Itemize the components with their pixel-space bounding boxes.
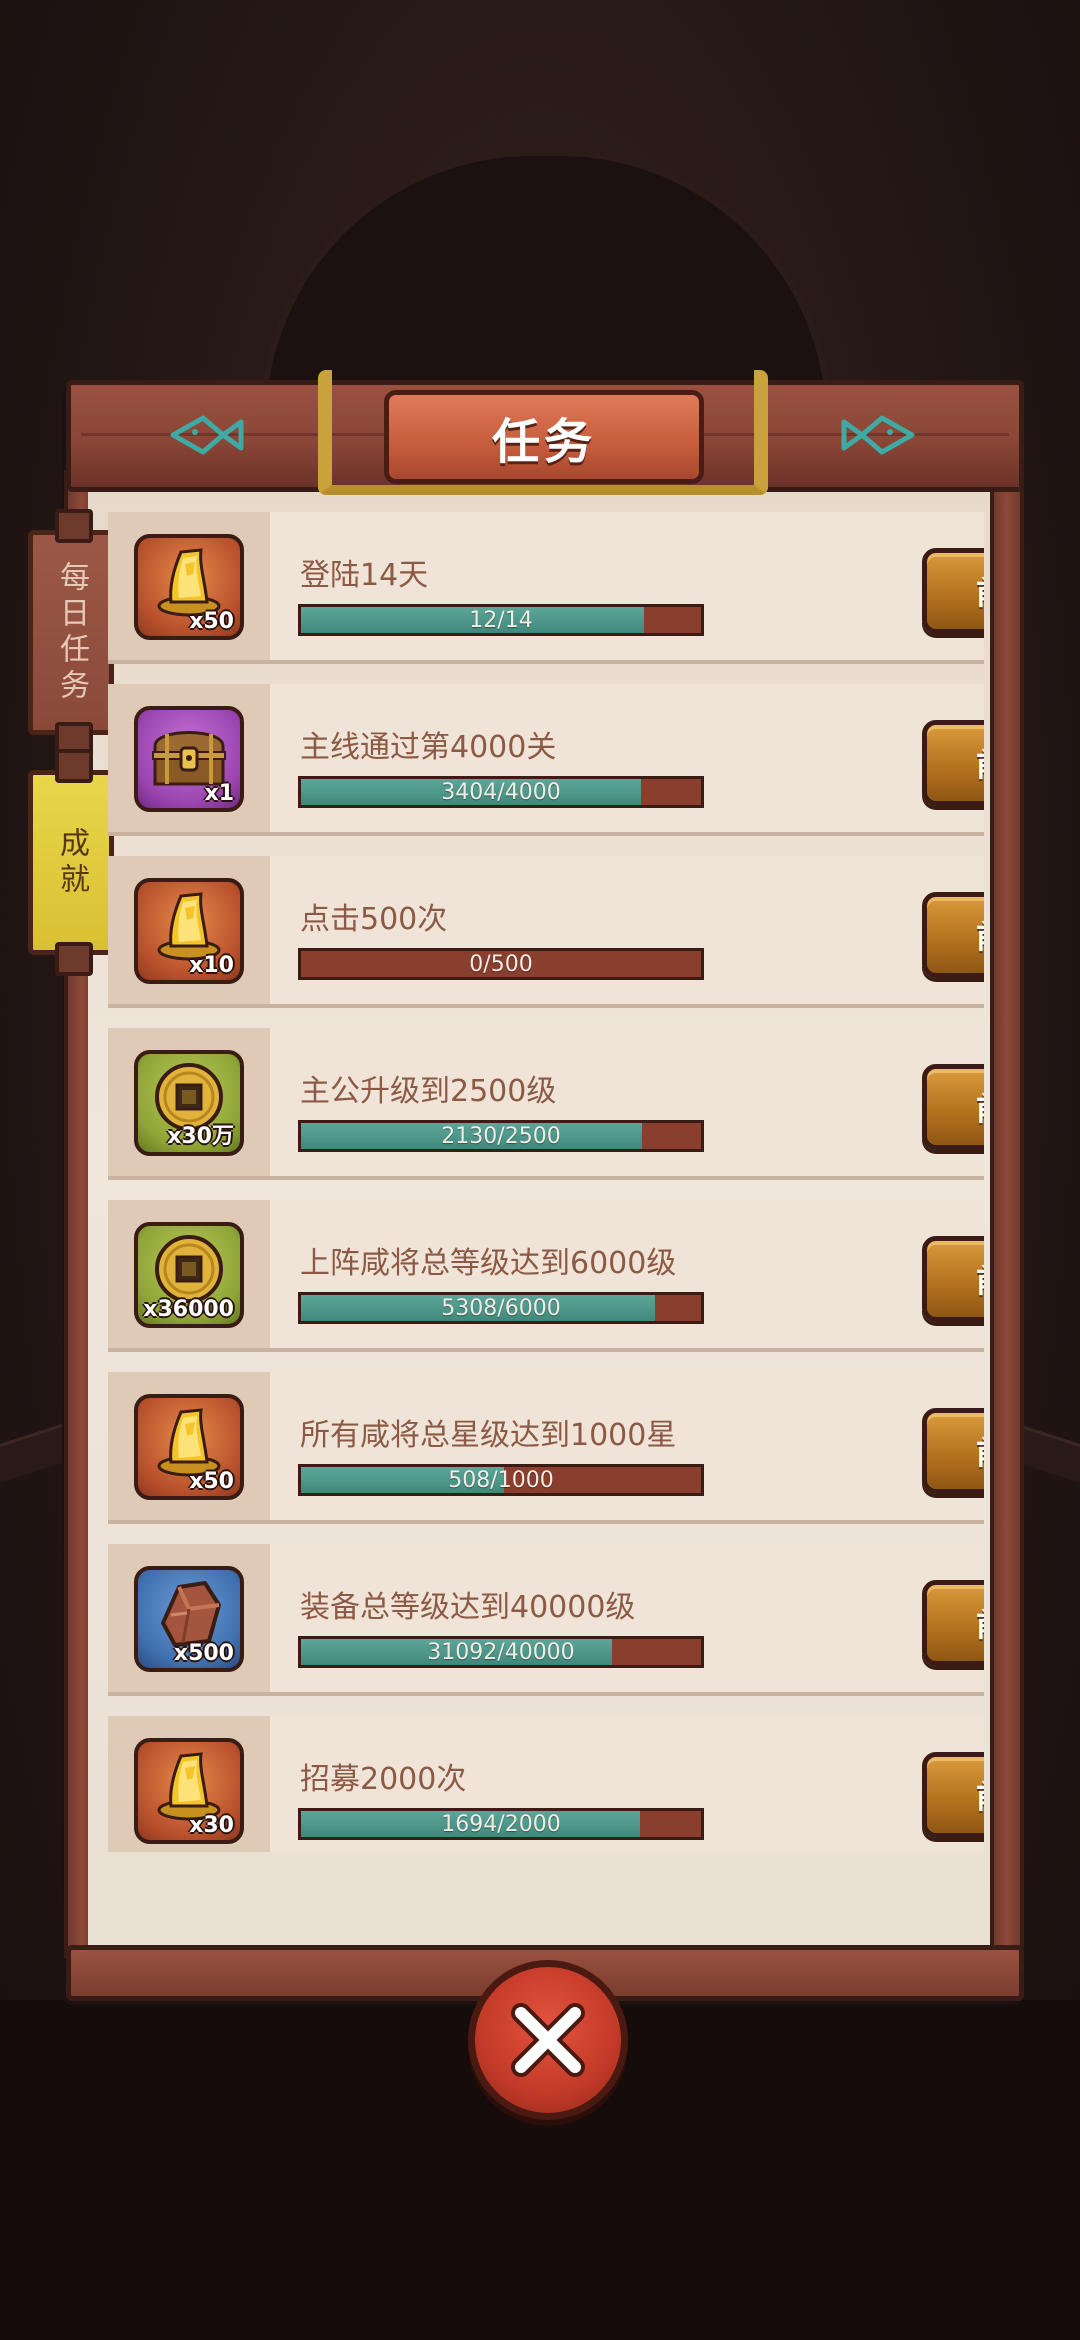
reward-cell: x500 bbox=[108, 1544, 270, 1692]
reward-item[interactable]: x50 bbox=[134, 1394, 244, 1500]
reward-cell: x30万 bbox=[108, 1028, 270, 1176]
reward-item[interactable]: x36000 bbox=[134, 1222, 244, 1328]
fish-emblem-icon bbox=[165, 410, 245, 460]
quest-title: 装备总等级达到40000级 bbox=[300, 1590, 636, 1625]
go-button[interactable]: 前往 bbox=[922, 1064, 984, 1150]
quest-title: 主线通过第4000关 bbox=[300, 730, 557, 765]
reward-item[interactable]: x10 bbox=[134, 878, 244, 984]
progress-text: 2130/2500 bbox=[441, 1123, 561, 1149]
quest-title: 所有咸将总星级达到1000星 bbox=[300, 1418, 677, 1453]
reward-quantity: x500 bbox=[173, 1641, 234, 1666]
quest-row: x500 装备总等级达到40000级 31092/40000 前往 bbox=[108, 1544, 984, 1696]
quest-row: x50 登陆14天 12/14 前往 bbox=[108, 512, 984, 664]
reward-item[interactable]: x1 bbox=[134, 706, 244, 812]
quest-info: 装备总等级达到40000级 31092/40000 前往 bbox=[270, 1544, 984, 1692]
quest-info: 上阵咸将总等级达到6000级 5308/6000 前往 bbox=[270, 1200, 984, 1348]
quest-row: x1 主线通过第4000关 3404/4000 前往 bbox=[108, 684, 984, 836]
quest-info: 招募2000次 1694/2000 前往 bbox=[270, 1716, 984, 1852]
close-button[interactable] bbox=[468, 1960, 628, 2120]
progress-text: 12/14 bbox=[469, 607, 533, 633]
reward-cell: x1 bbox=[108, 684, 270, 832]
reward-cell: x36000 bbox=[108, 1200, 270, 1348]
reward-cell: x30 bbox=[108, 1716, 270, 1852]
go-button[interactable]: 前往 bbox=[922, 1408, 984, 1494]
progress-bar: 0/500 bbox=[298, 948, 704, 980]
progress-text: 31092/40000 bbox=[427, 1639, 575, 1665]
progress-text: 1694/2000 bbox=[441, 1811, 561, 1837]
quest-list[interactable]: x50登陆14天12/14前往x1主线通过第4000关3404/4000前往x1… bbox=[108, 512, 984, 1852]
go-button[interactable]: 前往 bbox=[922, 548, 984, 634]
go-button[interactable]: 前往 bbox=[922, 720, 984, 806]
quest-info: 点击500次 0/500 前往 bbox=[270, 856, 984, 1004]
quest-info: 主线通过第4000关 3404/4000 前往 bbox=[270, 684, 984, 832]
tab-daily-tasks[interactable]: 每日任务 bbox=[28, 509, 114, 756]
reward-item[interactable]: x50 bbox=[134, 534, 244, 640]
reward-quantity: x50 bbox=[189, 609, 234, 634]
fish-emblem-icon bbox=[840, 410, 920, 460]
quest-title: 主公升级到2500级 bbox=[300, 1074, 557, 1109]
quest-row: x36000 上阵咸将总等级达到6000级 5308/6000 前往 bbox=[108, 1200, 984, 1352]
progress-bar: 12/14 bbox=[298, 604, 704, 636]
quest-row: x10 点击500次 0/500 前往 bbox=[108, 856, 984, 1008]
reward-cell: x10 bbox=[108, 856, 270, 1004]
progress-text: 0/500 bbox=[469, 951, 533, 977]
progress-text: 5308/6000 bbox=[441, 1295, 561, 1321]
reward-quantity: x30万 bbox=[167, 1124, 234, 1149]
tab-achievements[interactable]: 成就 bbox=[28, 749, 114, 976]
quest-info: 主公升级到2500级 2130/2500 前往 bbox=[270, 1028, 984, 1176]
progress-bar: 2130/2500 bbox=[298, 1120, 704, 1152]
progress-bar: 508/1000 bbox=[298, 1464, 704, 1496]
go-button[interactable]: 前往 bbox=[922, 1236, 984, 1322]
progress-text: 3404/4000 bbox=[441, 779, 561, 805]
quest-title: 登陆14天 bbox=[300, 558, 429, 593]
quest-row: x30 招募2000次 1694/2000 前往 bbox=[108, 1716, 984, 1852]
panel-frame-right bbox=[990, 470, 1024, 1958]
progress-text: 508/1000 bbox=[448, 1467, 554, 1493]
quest-info: 登陆14天 12/14 前往 bbox=[270, 512, 984, 660]
go-button[interactable]: 前往 bbox=[922, 1752, 984, 1838]
close-icon bbox=[511, 2003, 585, 2077]
progress-bar: 1694/2000 bbox=[298, 1808, 704, 1840]
reward-quantity: x30 bbox=[189, 1813, 234, 1838]
reward-quantity: x10 bbox=[189, 953, 234, 978]
quest-title: 招募2000次 bbox=[300, 1762, 467, 1797]
reward-quantity: x50 bbox=[189, 1469, 234, 1494]
reward-cell: x50 bbox=[108, 1372, 270, 1520]
progress-bar: 3404/4000 bbox=[298, 776, 704, 808]
progress-bar: 31092/40000 bbox=[298, 1636, 704, 1668]
go-button[interactable]: 前往 bbox=[922, 892, 984, 978]
reward-quantity: x1 bbox=[204, 781, 235, 806]
page-title: 任务 bbox=[384, 390, 704, 484]
reward-item[interactable]: x30万 bbox=[134, 1050, 244, 1156]
quest-title: 点击500次 bbox=[300, 902, 448, 937]
quest-row: x50 所有咸将总星级达到1000星 508/1000 前往 bbox=[108, 1372, 984, 1524]
quest-row: x30万 主公升级到2500级 2130/2500 前往 bbox=[108, 1028, 984, 1180]
reward-item[interactable]: x30 bbox=[134, 1738, 244, 1844]
reward-item[interactable]: x500 bbox=[134, 1566, 244, 1672]
reward-cell: x50 bbox=[108, 512, 270, 660]
quest-info: 所有咸将总星级达到1000星 508/1000 前往 bbox=[270, 1372, 984, 1520]
quest-title: 上阵咸将总等级达到6000级 bbox=[300, 1246, 677, 1281]
reward-quantity: x36000 bbox=[143, 1297, 234, 1322]
progress-bar: 5308/6000 bbox=[298, 1292, 704, 1324]
go-button[interactable]: 前往 bbox=[922, 1580, 984, 1666]
